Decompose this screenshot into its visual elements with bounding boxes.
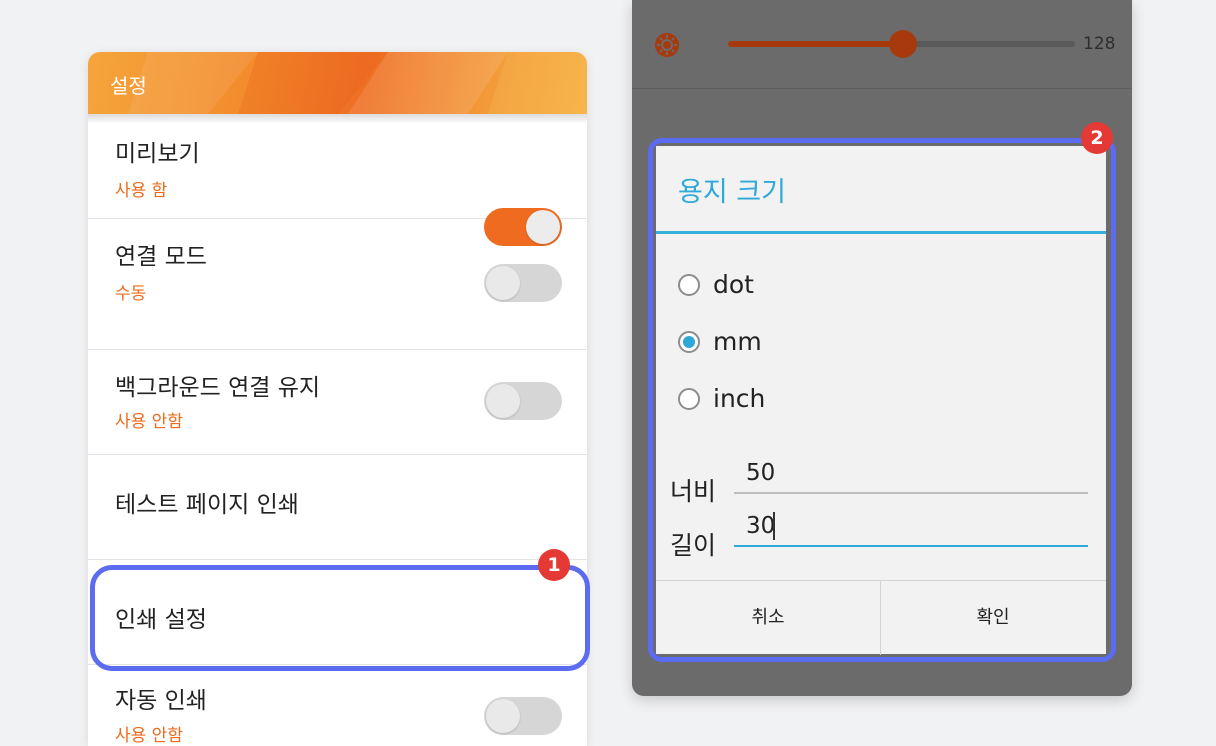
settings-row-background-connection[interactable]: 백그라운드 연결 유지 사용 안함 — [88, 350, 587, 455]
row-subtitle-preview: 사용 함 — [115, 181, 168, 201]
row-subtitle-connection-mode: 수동 — [115, 284, 147, 304]
brightness-slider-fill — [728, 41, 903, 47]
highlight-paper-size-dialog — [648, 138, 1116, 662]
brightness-slider-track[interactable] — [903, 41, 1075, 47]
connection-mode-toggle[interactable] — [484, 264, 562, 302]
settings-row-test-page[interactable]: 테스트 페이지 인쇄 — [88, 455, 587, 560]
brightness-icon — [655, 33, 679, 57]
settings-title: 설정 — [110, 74, 147, 98]
row-subtitle-background-connection: 사용 안함 — [115, 412, 183, 432]
toggle-knob — [486, 384, 520, 418]
row-title-test-page: 테스트 페이지 인쇄 — [115, 492, 299, 518]
brightness-slider-thumb[interactable] — [889, 30, 917, 58]
row-title-connection-mode: 연결 모드 — [115, 244, 207, 270]
row-title-auto-print: 자동 인쇄 — [115, 688, 207, 714]
row-title-preview: 미리보기 — [115, 141, 200, 167]
toggle-knob — [486, 699, 520, 733]
settings-row-connection-mode[interactable]: 연결 모드 수동 — [88, 219, 587, 350]
divider — [632, 88, 1132, 89]
settings-header: 설정 — [88, 52, 587, 114]
callout-badge-1: 1 — [538, 549, 570, 581]
callout-badge-2: 2 — [1081, 122, 1113, 154]
auto-print-toggle[interactable] — [484, 697, 562, 735]
header-pattern — [128, 52, 587, 114]
row-title-background-connection: 백그라운드 연결 유지 — [115, 375, 321, 401]
highlight-print-settings — [90, 565, 590, 671]
row-subtitle-auto-print: 사용 안함 — [115, 726, 183, 746]
settings-row-auto-print[interactable]: 자동 인쇄 사용 안함 — [88, 665, 587, 746]
toggle-knob — [486, 266, 520, 300]
background-connection-toggle[interactable] — [484, 382, 562, 420]
settings-row-preview[interactable]: 미리보기 사용 함 — [88, 114, 587, 246]
brightness-value: 128 — [1083, 34, 1116, 54]
